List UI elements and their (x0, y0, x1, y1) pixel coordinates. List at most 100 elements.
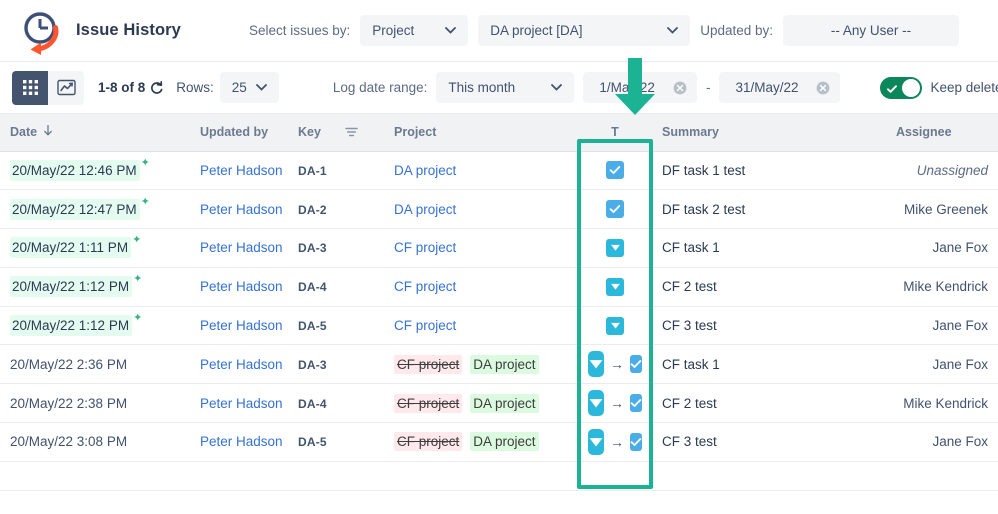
updated-by-link[interactable]: Peter Hadson (200, 357, 283, 372)
change-arrow-icon: → (610, 356, 624, 373)
column-header-project[interactable]: Project (384, 114, 578, 152)
project-link[interactable]: CF project (394, 279, 456, 294)
project-dropdown-value: DA project [DA] (490, 23, 583, 38)
issue-key[interactable]: DA-2 (298, 203, 327, 217)
clear-circle-icon[interactable] (816, 81, 830, 95)
table-row[interactable]: 20/May/22 2:38 PM Peter Hadson DA-4 CF proj… (0, 383, 998, 424)
cell-summary: CF 3 test (652, 422, 886, 462)
summary-text: CF 2 test (662, 279, 717, 295)
cell-summary: CF 3 test (652, 306, 886, 346)
clear-circle-icon[interactable] (673, 81, 687, 95)
chevron-down-icon (653, 27, 679, 34)
date-range-separator: - (705, 80, 711, 95)
updated-by-link[interactable]: Peter Hadson (200, 318, 283, 333)
cell-type (578, 151, 652, 191)
cell-updated-by: Peter Hadson (190, 306, 288, 346)
cell-summary: CF task 1 (652, 344, 886, 385)
task-checkbox-icon (630, 355, 642, 374)
grid-view-icon (22, 80, 38, 95)
table-row[interactable]: 20/May/22 1:12 PM ✦ Peter Hadson DA-5 CF pro… (0, 306, 998, 346)
column-header-summary-label: Summary (662, 125, 719, 140)
new-record-icon: ✦ (140, 195, 150, 208)
keep-deleted-toggle[interactable] (880, 76, 923, 99)
issue-key[interactable]: DA-3 (298, 241, 327, 255)
cell-date: 20/May/22 12:46 PM ✦ (0, 151, 190, 191)
filter-icon[interactable] (345, 127, 358, 138)
project-link[interactable]: DA project (394, 202, 456, 217)
date-from-field[interactable]: 1/May/22 (583, 72, 697, 103)
column-header-date-label: Date (10, 125, 38, 140)
cell-type (578, 267, 652, 307)
assignee-name: Jane Fox (932, 356, 988, 372)
issue-key[interactable]: DA-4 (298, 397, 327, 411)
cell-date: 20/May/22 1:12 PM ✦ (0, 306, 190, 346)
cell-key: DA-5 (288, 422, 384, 462)
project-link[interactable]: CF project (394, 318, 456, 333)
subtask-arrow-icon (606, 316, 624, 335)
project-link[interactable]: CF project (394, 240, 456, 255)
chevron-down-icon (431, 27, 457, 34)
issue-key[interactable]: DA-5 (298, 435, 327, 449)
chevron-down-icon (247, 84, 267, 91)
project-new-value: DA project (470, 432, 539, 452)
table-toolbar: 1-8 of 8 Rows: 25 Log date range: This m… (0, 62, 998, 114)
cell-project: CF project DA project (384, 422, 578, 462)
chart-view-button[interactable] (48, 71, 84, 105)
assignee-name: Mike Kendrick (903, 279, 988, 295)
table-row[interactable]: 20/May/22 12:46 PM ✦ Peter Hadson DA-1 DA pr… (0, 151, 998, 191)
table-row[interactable]: 20/May/22 2:36 PM Peter Hadson DA-3 CF proj… (0, 344, 998, 385)
date-to-value: 31/May/22 (735, 80, 799, 95)
subtask-arrow-icon (588, 390, 604, 417)
summary-text: CF 3 test (662, 434, 717, 450)
record-count-text: 1-8 of 8 (98, 80, 146, 95)
project-dropdown[interactable]: DA project [DA] (478, 15, 691, 46)
select-issues-by-dropdown[interactable]: Project (360, 15, 469, 46)
column-header-summary[interactable]: Summary (652, 114, 886, 152)
grid-view-button[interactable] (12, 70, 48, 105)
column-header-key[interactable]: Key (288, 114, 384, 152)
column-header-assignee[interactable]: Assignee (886, 114, 998, 152)
refresh-icon[interactable] (150, 80, 164, 95)
date-preset-value: This month (448, 80, 516, 95)
cell-date: 20/May/22 3:08 PM (0, 422, 190, 462)
date-from-value: 1/May/22 (599, 80, 655, 95)
updated-by-link[interactable]: Peter Hadson (200, 163, 283, 178)
date-value: 20/May/22 12:46 PM (10, 159, 140, 181)
cell-assignee: Unassigned (886, 151, 998, 191)
updated-by-dropdown[interactable]: -- Any User -- (783, 15, 960, 46)
date-preset-dropdown[interactable]: This month (436, 72, 575, 103)
change-arrow-icon: → (610, 433, 624, 450)
rows-per-page-dropdown[interactable]: 25 (219, 72, 279, 103)
cell-date: 20/May/22 12:47 PM ✦ (0, 189, 190, 230)
table-header-row: Date Updated by Key Project T Summary As… (0, 114, 998, 152)
column-header-date[interactable]: Date (0, 114, 190, 152)
cell-summary: CF 2 test (652, 383, 886, 424)
column-header-type[interactable]: T (578, 114, 652, 152)
issue-key[interactable]: DA-1 (298, 164, 327, 178)
subtask-arrow-icon (606, 277, 624, 296)
log-date-range-label: Log date range: (332, 80, 428, 95)
updated-by-link[interactable]: Peter Hadson (200, 396, 283, 411)
issue-key[interactable]: DA-4 (298, 280, 327, 294)
updated-by-link[interactable]: Peter Hadson (200, 279, 283, 294)
column-header-project-label: Project (394, 125, 437, 140)
updated-by-link[interactable]: Peter Hadson (200, 202, 283, 217)
issue-key[interactable]: DA-3 (298, 358, 327, 372)
cell-key: DA-4 (288, 383, 384, 424)
table-row[interactable]: 20/May/22 12:47 PM ✦ Peter Hadson DA-2 DA pr… (0, 189, 998, 230)
table-row[interactable]: 20/May/22 3:08 PM Peter Hadson DA-5 CF proj… (0, 422, 998, 462)
task-checkbox-icon (606, 200, 624, 219)
updated-by-link[interactable]: Peter Hadson (200, 240, 283, 255)
cell-type: → (578, 422, 652, 462)
table-footer-space (0, 490, 998, 514)
date-to-field[interactable]: 31/May/22 (719, 72, 841, 103)
column-header-updated-by[interactable]: Updated by (190, 114, 288, 152)
assignee-name: Mike Kendrick (903, 395, 988, 411)
table-row[interactable]: 20/May/22 1:11 PM ✦ Peter Hadson DA-3 CF pro… (0, 228, 998, 268)
cell-key: DA-3 (288, 228, 384, 268)
issue-key[interactable]: DA-5 (298, 319, 327, 333)
updated-by-link[interactable]: Peter Hadson (200, 434, 283, 449)
project-link[interactable]: DA project (394, 163, 456, 178)
table-row[interactable]: 20/May/22 1:12 PM ✦ Peter Hadson DA-4 CF pro… (0, 267, 998, 307)
cell-updated-by: Peter Hadson (190, 383, 288, 424)
